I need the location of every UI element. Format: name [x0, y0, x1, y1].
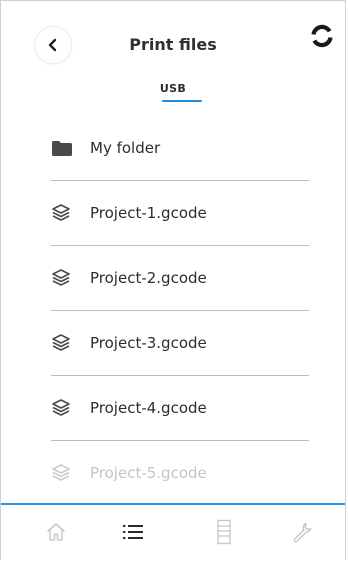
- layers-icon: [51, 463, 73, 483]
- home-icon: [47, 523, 65, 541]
- tab-usb[interactable]: USB: [1, 82, 345, 95]
- list-item-file[interactable]: Project-1.gcode: [51, 181, 309, 246]
- tab-active-indicator: [162, 100, 202, 102]
- tab-usb-label: USB: [159, 82, 187, 95]
- wrench-icon: [293, 522, 312, 543]
- layers-icon: [51, 398, 73, 418]
- app-screen: Print files USB My folder Project-1.gcod…: [0, 0, 346, 560]
- sync-icon[interactable]: [309, 23, 335, 49]
- list-item-file[interactable]: Project-4.gcode: [51, 376, 309, 441]
- list-item-file[interactable]: Project-5.gcode: [51, 441, 309, 505]
- list-icon: [123, 525, 143, 539]
- folder-icon: [51, 138, 73, 158]
- page-title: Print files: [129, 35, 217, 54]
- layers-icon: [51, 333, 73, 353]
- file-name: Project-3.gcode: [90, 334, 207, 352]
- layers-icon: [51, 203, 73, 223]
- file-name: Project-4.gcode: [90, 399, 207, 417]
- file-name: Project-2.gcode: [90, 269, 207, 287]
- layers-icon: [51, 268, 73, 288]
- nav-printer[interactable]: [209, 517, 239, 547]
- nav-files[interactable]: [118, 517, 148, 547]
- file-name: Project-5.gcode: [90, 464, 207, 482]
- list-item-file[interactable]: Project-2.gcode: [51, 246, 309, 311]
- list-item-folder[interactable]: My folder: [51, 116, 309, 181]
- printer-icon: [217, 519, 231, 545]
- list-item-file[interactable]: Project-3.gcode: [51, 311, 309, 376]
- nav-tools[interactable]: [287, 517, 317, 547]
- nav-home[interactable]: [41, 517, 71, 547]
- file-name: Project-1.gcode: [90, 204, 207, 222]
- file-list: My folder Project-1.gcode Project-2.gcod…: [51, 116, 309, 505]
- bottom-nav: [1, 505, 345, 560]
- file-name: My folder: [90, 139, 161, 157]
